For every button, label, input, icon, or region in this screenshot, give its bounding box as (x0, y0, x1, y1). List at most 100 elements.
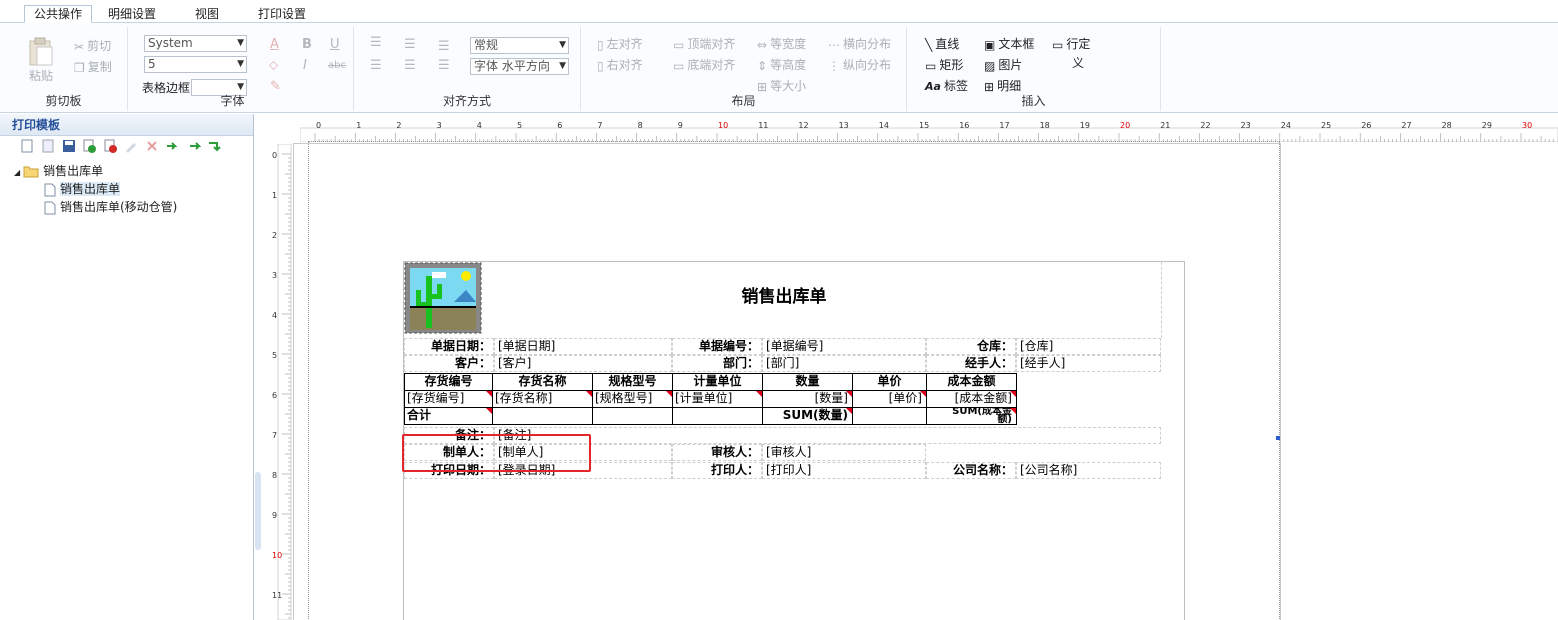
printer-label[interactable]: 打印人： (672, 462, 762, 479)
tab-common-ops[interactable]: 公共操作 (24, 5, 93, 23)
customer-label[interactable]: 客户： (404, 355, 494, 372)
handler-field[interactable]: [经手人] (1016, 355, 1161, 372)
font-color-icon[interactable]: A (270, 37, 279, 52)
tab-print-settings[interactable]: 打印设置 (249, 6, 315, 24)
doc-date-label[interactable]: 单据日期： (404, 338, 494, 355)
doc-no-label[interactable]: 单据编号： (672, 338, 762, 355)
copy-button[interactable]: ❐ 复制 (74, 58, 112, 76)
v-distribute-button[interactable]: ⋮ 纵向分布 (828, 56, 891, 74)
total-cost-cell[interactable]: SUM(成本金 额) (926, 407, 1017, 425)
total-empty-cell[interactable] (852, 407, 927, 425)
refresh-icon[interactable] (207, 139, 222, 153)
align-left-icon[interactable]: ☰ (370, 35, 382, 50)
cell-qty[interactable]: [数量] (762, 390, 853, 408)
tab-detail-settings[interactable]: 明细设置 (99, 6, 165, 24)
cut-button[interactable]: ✂ 剪切 (74, 37, 111, 55)
h-distribute-button[interactable]: ⋯ 横向分布 (828, 35, 891, 53)
same-width-button[interactable]: ⇔ 等宽度 (757, 35, 806, 53)
insert-textbox-label: 文本框 (998, 37, 1035, 51)
underline-button[interactable]: U (330, 37, 340, 52)
confirm-template-icon[interactable] (82, 139, 97, 153)
open-template-icon[interactable] (41, 139, 55, 153)
top-align-button[interactable]: ▭ 顶端对齐 (673, 35, 735, 53)
cell-item-name[interactable]: [存货名称] (492, 390, 593, 408)
doc-no-field[interactable]: [单据编号] (762, 338, 926, 355)
paste-button[interactable]: 粘贴 (24, 37, 58, 87)
tab-view[interactable]: 视图 (186, 6, 228, 24)
fill-color-icon[interactable]: ⬦ (269, 58, 278, 73)
save-template-icon[interactable] (62, 139, 76, 153)
col-header-cost[interactable]: 成本金额 (926, 373, 1017, 391)
design-canvas[interactable]: 0 1 2 3 4 5 6 7 8 9 10 11 12 13 14 15 16 17 18 19 20 21 22 23 24… (255, 114, 1558, 620)
splitter-handle[interactable] (255, 472, 261, 550)
tree-root[interactable]: ◢ 销售出库单 (14, 162, 103, 180)
right-align-button[interactable]: ▯ 右对齐 (597, 56, 643, 74)
col-header-spec[interactable]: 规格型号 (592, 373, 673, 391)
insert-rect-button[interactable]: ▭ 矩形 (925, 56, 963, 74)
tree-expand-icon[interactable]: ◢ (14, 168, 20, 177)
printer-field[interactable]: [打印人] (762, 462, 926, 479)
import-icon[interactable] (166, 139, 180, 153)
same-height-button[interactable]: ⇕ 等高度 (757, 56, 806, 74)
cell-unit[interactable]: [计量单位] (672, 390, 763, 408)
align-center-icon[interactable]: ☰ (404, 37, 416, 52)
text-style-select[interactable]: 常规 ▼ (470, 37, 569, 54)
insert-image-button[interactable]: ▨ 图片 (984, 56, 1022, 74)
col-header-item-name[interactable]: 存货名称 (492, 373, 593, 391)
cell-item-code[interactable]: [存货编号] (404, 390, 493, 408)
col-header-qty[interactable]: 数量 (762, 373, 853, 391)
total-empty-cell[interactable] (492, 407, 593, 425)
company-label[interactable]: 公司名称： (926, 462, 1016, 479)
warehouse-label[interactable]: 仓库： (926, 338, 1016, 355)
font-name-select[interactable]: System ▼ (144, 35, 247, 52)
bottom-align-button[interactable]: ▭ 底端对齐 (673, 56, 735, 74)
strikethrough-button[interactable]: abc (328, 60, 346, 71)
valign-bottom-icon[interactable]: ☰ (438, 58, 450, 73)
col-header-price[interactable]: 单价 (852, 373, 927, 391)
total-empty-cell[interactable] (672, 407, 763, 425)
left-align-button[interactable]: ▯ 左对齐 (597, 35, 643, 53)
total-qty-cell[interactable]: SUM(数量) (762, 407, 853, 425)
auditor-label[interactable]: 审核人： (672, 444, 762, 461)
total-label-cell[interactable]: 合计 (404, 407, 493, 425)
remark-field[interactable]: [备注] (494, 427, 1161, 444)
company-field[interactable]: [公司名称] (1016, 462, 1161, 479)
valign-middle-icon[interactable]: ☰ (404, 58, 416, 73)
text-direction-select[interactable]: 字体 水平方向 ▼ (470, 58, 569, 75)
group-label-layout: 布局 (731, 94, 756, 108)
tree-item-sales-out-mobile[interactable]: 销售出库单(移动仓管) (44, 198, 177, 216)
ruler-v-label: 9 (272, 511, 277, 520)
col-header-item-code[interactable]: 存货编号 (404, 373, 493, 391)
new-template-icon[interactable] (20, 139, 34, 153)
customer-field[interactable]: [客户] (494, 355, 672, 372)
row-define-button[interactable]: ▭ 行定 义 (1052, 35, 1090, 71)
align-right-icon[interactable]: ☰ (438, 39, 450, 54)
company-logo-image[interactable] (404, 262, 482, 334)
insert-line-button[interactable]: ╲ 直线 (925, 35, 959, 53)
dept-field[interactable]: [部门] (762, 355, 926, 372)
delete-template-icon[interactable] (103, 139, 118, 153)
cell-spec[interactable]: [规格型号] (592, 390, 673, 408)
font-size-select[interactable]: 5 ▼ (144, 56, 247, 73)
italic-button[interactable]: I (303, 58, 307, 73)
same-width-label: 等宽度 (770, 37, 807, 51)
bold-button[interactable]: B (302, 37, 312, 52)
cell-cost[interactable]: [成本金额] (926, 390, 1017, 408)
edit-template-icon[interactable] (124, 139, 138, 153)
remove-icon[interactable] (145, 139, 159, 153)
warehouse-field[interactable]: [仓库] (1016, 338, 1161, 355)
total-empty-cell[interactable] (592, 407, 673, 425)
tree-root-label: 销售出库单 (43, 164, 104, 178)
tree-item-sales-out[interactable]: 销售出库单 (44, 180, 121, 198)
valign-top-icon[interactable]: ☰ (370, 58, 382, 73)
same-width-icon: ⇔ (757, 37, 768, 52)
insert-textbox-button[interactable]: ▣ 文本框 (984, 35, 1034, 53)
export-icon[interactable] (187, 139, 201, 153)
dept-label[interactable]: 部门： (672, 355, 762, 372)
resize-handle-right[interactable] (1276, 436, 1280, 440)
auditor-field[interactable]: [审核人] (762, 444, 926, 461)
col-header-unit[interactable]: 计量单位 (672, 373, 763, 391)
doc-date-field[interactable]: [单据日期] (494, 338, 672, 355)
handler-label[interactable]: 经手人： (926, 355, 1016, 372)
cell-price[interactable]: [单价] (852, 390, 927, 408)
